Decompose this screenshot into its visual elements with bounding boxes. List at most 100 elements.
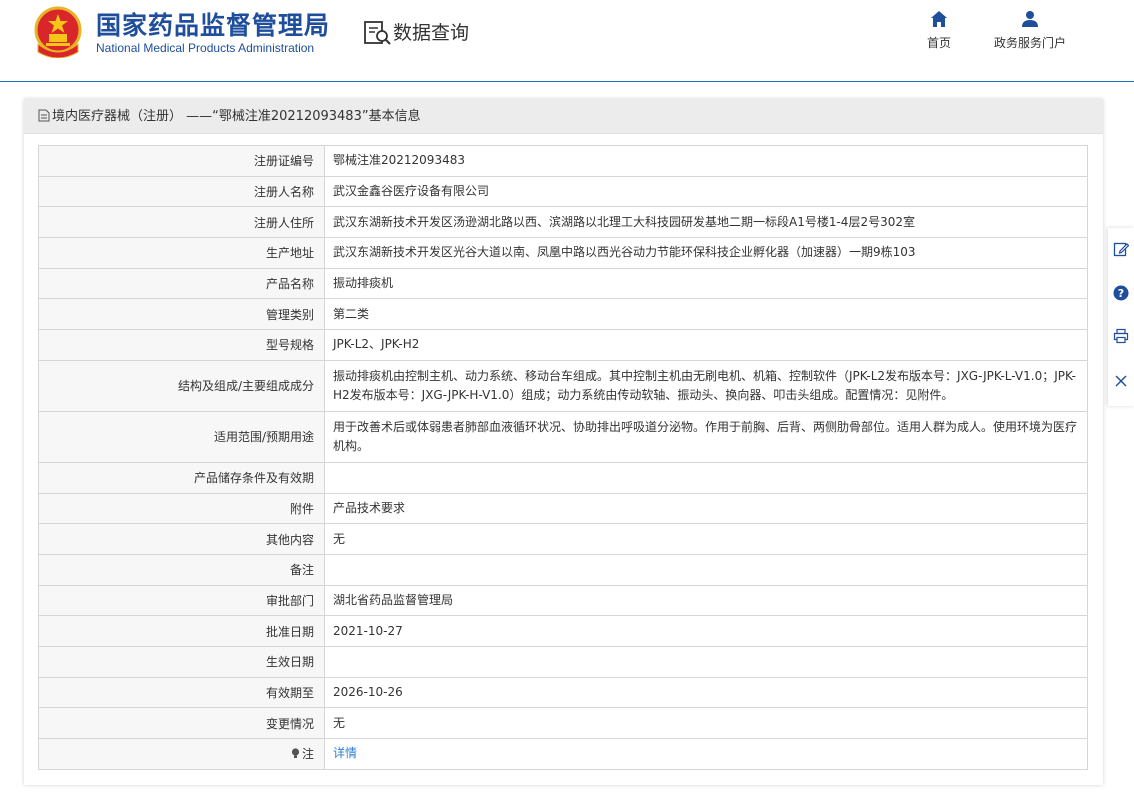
field-label-text: 注册人名称 [253, 185, 314, 200]
field-label: 生效日期 [38, 645, 325, 678]
nav-home-label: 首页 [926, 36, 951, 50]
field-value-text: 鄂械注准20212093483 [333, 153, 465, 168]
nav-home[interactable]: 首页 [920, 10, 958, 51]
field-label: 生产地址 [38, 237, 325, 269]
field-value: 2021-10-27 [324, 615, 1088, 647]
field-value [324, 553, 1088, 586]
field-label-text: 适用范围/预期用途 [213, 430, 314, 445]
query-title: 数据查询 [393, 22, 470, 44]
field-value-text: 武汉东湖新技术开发区汤逊湖北路以西、滨湖路以北理工大科技园研发基地二期一标段A1… [333, 214, 915, 229]
details-link[interactable]: 详情 [333, 746, 357, 760]
field-label: 注册人名称 [38, 175, 325, 208]
field-value-text: 第二类 [333, 306, 370, 321]
field-value: 武汉金鑫谷医疗设备有限公司 [324, 175, 1088, 208]
brand-title-cn: 国家药品监督管理局 [96, 11, 331, 40]
field-label: 变更情况 [38, 707, 325, 739]
print-icon[interactable] [1113, 328, 1129, 344]
field-label-text: 批准日期 [265, 624, 314, 639]
table-row: 附件 产品技术要求 [38, 492, 1088, 525]
field-label: 注册人住所 [38, 206, 325, 239]
field-label: 备注 [38, 553, 325, 586]
field-label-text: 注册人住所 [253, 215, 314, 230]
field-value: 振动排痰机由控制主机、动力系统、移动台车组成。其中控制主机由无刷电机、机箱、控制… [324, 359, 1088, 412]
field-label-text: 产品储存条件及有效期 [193, 471, 314, 486]
table-row: 注册证编号 鄂械注准20212093483 [38, 145, 1088, 177]
panel-title: 境内医疗器械（注册） ——“鄂械注准20212093483”基本信息 [52, 109, 421, 124]
field-value-text: 用于改善术后或体弱患者肺部血液循环状况、协助排出呼吸道分泌物。作用于前胸、后背、… [333, 419, 1078, 453]
field-label-text: 附件 [289, 501, 314, 516]
table-row: 审批部门 湖北省药品监督管理局 [38, 584, 1088, 617]
close-icon[interactable] [1113, 373, 1129, 389]
help-icon[interactable]: ? [1113, 285, 1129, 301]
field-label: 其他内容 [38, 523, 325, 555]
field-label-text: 变更情况 [265, 716, 314, 731]
table-row: 注 详情 [38, 738, 1088, 770]
field-label-text: 生产地址 [265, 246, 314, 261]
field-label: 审批部门 [38, 584, 325, 617]
field-label-text: 审批部门 [265, 593, 314, 608]
user-icon [1022, 11, 1038, 27]
table-row: 注册人住所 武汉东湖新技术开发区汤逊湖北路以西、滨湖路以北理工大科技园研发基地二期… [38, 206, 1088, 239]
table-row: 备注 [38, 553, 1088, 586]
field-label: 产品名称 [38, 267, 325, 300]
field-value-text: 2021-10-27 [333, 623, 403, 638]
nav-service-portal[interactable]: 政务服务门户 [986, 10, 1074, 51]
field-label: 结构及组成/主要组成成分 [38, 359, 325, 412]
field-value-text: 2026-10-26 [333, 684, 403, 699]
table-row: 变更情况 无 [38, 707, 1088, 739]
field-value [324, 645, 1088, 678]
field-value [324, 461, 1088, 494]
edit-icon[interactable] [1113, 241, 1129, 257]
field-value: 湖北省药品监督管理局 [324, 584, 1088, 617]
document-icon [38, 109, 50, 122]
field-label: 附件 [38, 492, 325, 525]
field-value: 2026-10-26 [324, 676, 1088, 709]
field-value: 产品技术要求 [324, 492, 1088, 525]
panel-header: 境内医疗器械（注册） ——“鄂械注准20212093483”基本信息 [24, 99, 1103, 134]
site-header: 国家药品监督管理局 National Medical Products Admi… [0, 0, 1134, 82]
search-document-icon [364, 21, 391, 45]
table-row: 产品储存条件及有效期 [38, 461, 1088, 494]
table-row: 管理类别 第二类 [38, 298, 1088, 331]
field-label-text: 注 [301, 747, 314, 762]
field-label-text: 有效期至 [265, 685, 314, 700]
field-label-text: 型号规格 [265, 338, 314, 353]
home-icon [931, 11, 947, 27]
field-value: 详情 [324, 738, 1088, 770]
field-label-text: 生效日期 [265, 655, 314, 670]
svg-text:?: ? [1118, 287, 1124, 300]
field-value: 无 [324, 707, 1088, 739]
national-emblem-icon [34, 6, 82, 58]
table-row: 有效期至 2026-10-26 [38, 676, 1088, 709]
field-label: 有效期至 [38, 676, 325, 709]
side-toolbar: ? [1108, 228, 1134, 406]
field-value: 鄂械注准20212093483 [324, 145, 1088, 177]
field-value-text: 武汉金鑫谷医疗设备有限公司 [333, 184, 490, 199]
field-value-text: 无 [333, 531, 346, 546]
lightbulb-icon [291, 748, 300, 759]
field-label-text: 其他内容 [265, 532, 314, 547]
field-value-text: 振动排痰机由控制主机、动力系统、移动台车组成。其中控制主机由无刷电机、机箱、控制… [333, 368, 1076, 402]
nav-portal-label: 政务服务门户 [993, 36, 1066, 50]
field-value: JPK-L2、JPK-H2 [324, 329, 1088, 361]
field-label: 批准日期 [38, 615, 325, 647]
table-row: 批准日期 2021-10-27 [38, 615, 1088, 647]
field-value: 武汉东湖新技术开发区光谷大道以南、凤凰中路以西光谷动力节能环保科技企业孵化器（加… [324, 237, 1088, 269]
table-row: 其他内容 无 [38, 523, 1088, 555]
field-label-text: 管理类别 [265, 307, 314, 322]
table-row: 生产地址 武汉东湖新技术开发区光谷大道以南、凤凰中路以西光谷动力节能环保科技企业孵… [38, 237, 1088, 269]
field-value-text: 产品技术要求 [333, 500, 406, 515]
field-value-text: 武汉东湖新技术开发区光谷大道以南、凤凰中路以西光谷动力节能环保科技企业孵化器（加… [333, 245, 916, 260]
brand-title-en: National Medical Products Administration [96, 41, 315, 55]
table-row: 适用范围/预期用途 用于改善术后或体弱患者肺部血液循环状况、协助排出呼吸道分泌物。… [38, 410, 1088, 463]
table-row: 注册人名称 武汉金鑫谷医疗设备有限公司 [38, 175, 1088, 208]
field-value: 用于改善术后或体弱患者肺部血液循环状况、协助排出呼吸道分泌物。作用于前胸、后背、… [324, 410, 1088, 463]
info-table: 注册证编号 鄂械注准20212093483 注册人名称 武汉金鑫谷医疗设备有限公司 注册… [38, 145, 1088, 770]
detail-panel: 境内医疗器械（注册） ——“鄂械注准20212093483”基本信息 注册证编号… [24, 99, 1103, 785]
table-row: 型号规格 JPK-L2、JPK-H2 [38, 329, 1088, 361]
field-label: 适用范围/预期用途 [38, 410, 325, 463]
field-label: 注 [38, 738, 325, 770]
table-row: 结构及组成/主要组成成分 振动排痰机由控制主机、动力系统、移动台车组成。其中控制主… [38, 359, 1088, 412]
field-label: 产品储存条件及有效期 [38, 461, 325, 494]
field-value-text: JPK-L2、JPK-H2 [333, 337, 420, 352]
